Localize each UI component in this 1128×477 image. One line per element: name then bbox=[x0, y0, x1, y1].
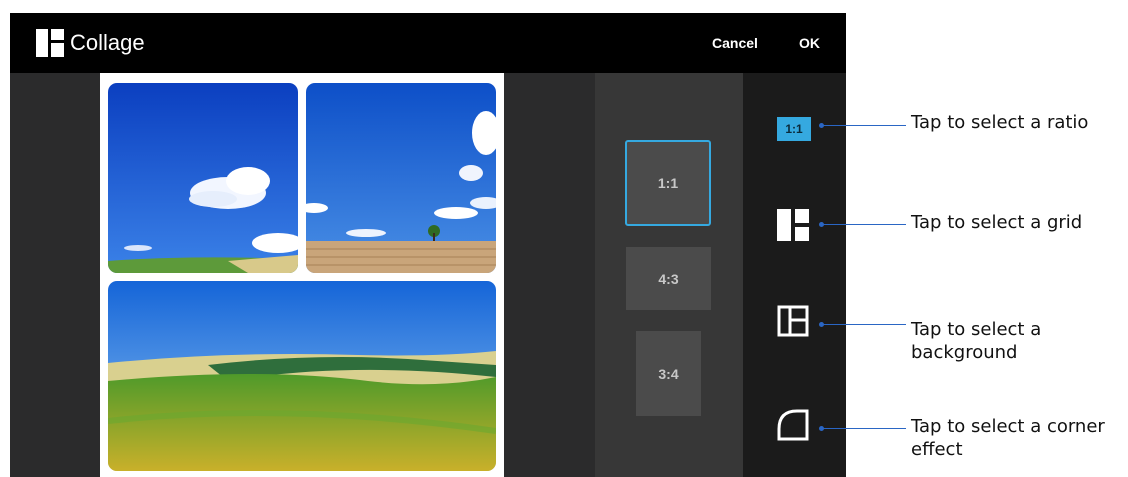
corner-effect-icon[interactable] bbox=[775, 407, 811, 443]
background-icon[interactable] bbox=[775, 303, 811, 339]
callout-corner: Tap to select a corner effect bbox=[911, 416, 1105, 460]
ratio-option-4-3[interactable]: 4:3 bbox=[626, 247, 711, 310]
ok-button[interactable]: OK bbox=[799, 35, 820, 51]
app-bar: Collage Cancel OK bbox=[10, 13, 846, 73]
callout-line-corner bbox=[822, 428, 906, 429]
ratio-panel: 1:1 4:3 3:4 bbox=[595, 73, 743, 477]
callout-line-background bbox=[822, 324, 906, 325]
photo-cell-top-right[interactable] bbox=[306, 83, 496, 273]
callout-line-grid bbox=[822, 224, 906, 225]
callout-grid: Tap to select a grid bbox=[911, 212, 1083, 233]
callout-background: Tap to select a background bbox=[911, 319, 1042, 363]
photo-cell-bottom[interactable] bbox=[108, 281, 496, 471]
app-title: Collage bbox=[70, 30, 145, 55]
collage-screen: Collage Cancel OK 1:1 4:3 3:4 1:1 bbox=[10, 13, 846, 477]
callout-ratio: Tap to select a ratio bbox=[911, 112, 1089, 133]
photo-cell-top-left[interactable] bbox=[108, 83, 298, 273]
cancel-button[interactable]: Cancel bbox=[712, 35, 758, 51]
collage-icon bbox=[36, 29, 64, 57]
grid-icon[interactable] bbox=[775, 207, 811, 243]
callout-line-ratio bbox=[822, 125, 906, 126]
ratio-option-1-1[interactable]: 1:1 bbox=[625, 140, 711, 226]
collage-canvas[interactable] bbox=[100, 73, 504, 477]
ratio-icon[interactable]: 1:1 bbox=[777, 117, 811, 141]
tool-sidebar: 1:1 bbox=[743, 73, 846, 477]
ratio-option-3-4[interactable]: 3:4 bbox=[636, 331, 701, 416]
